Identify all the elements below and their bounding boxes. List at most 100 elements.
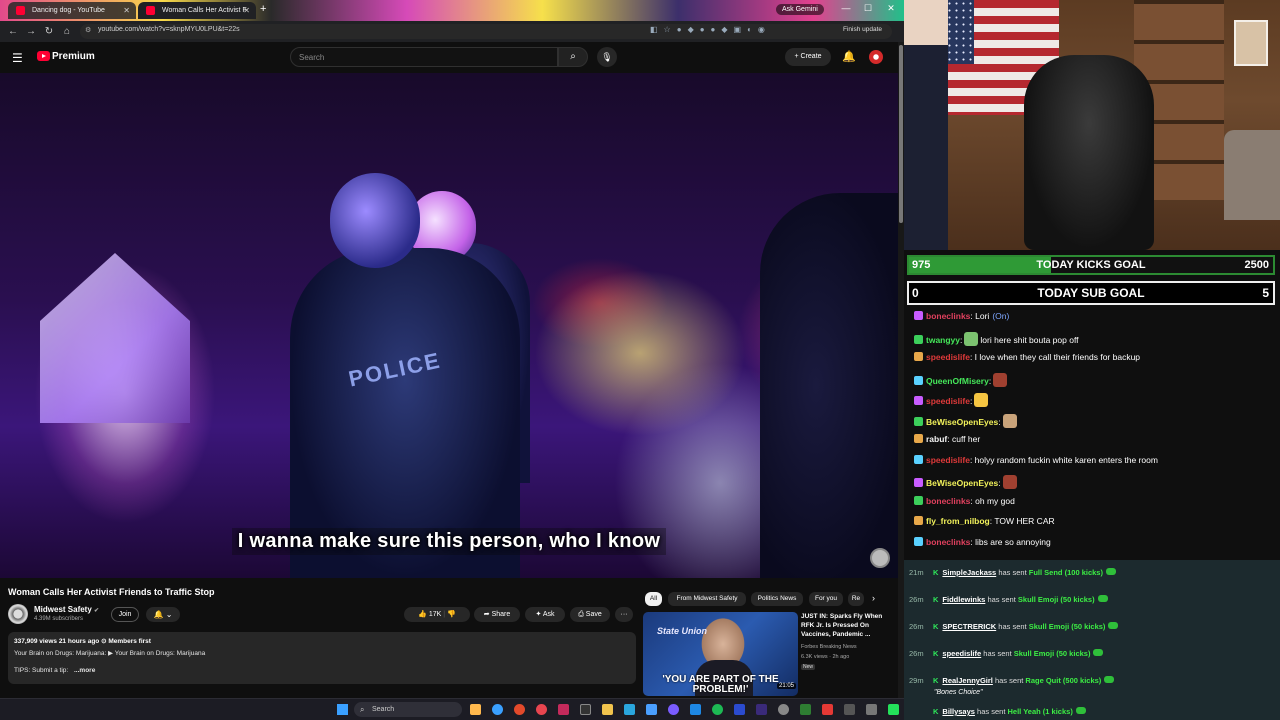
ask-button[interactable]: ✦ Ask: [525, 607, 565, 622]
forward-icon[interactable]: →: [24, 25, 38, 38]
recommendation-channel[interactable]: Forbes Breaking News: [801, 644, 857, 650]
app5-icon[interactable]: [866, 704, 877, 715]
app2-icon[interactable]: [800, 704, 811, 715]
join-button[interactable]: Join: [111, 607, 139, 622]
channel-avatar[interactable]: [8, 604, 28, 624]
channel-name[interactable]: Midwest Safety ✔: [34, 605, 99, 614]
reload-icon[interactable]: ↻: [42, 25, 56, 38]
kick-icon[interactable]: [888, 704, 899, 715]
chat-username[interactable]: boneclinks: [926, 496, 970, 506]
account-avatar[interactable]: [869, 50, 883, 64]
chip-all[interactable]: All: [645, 592, 662, 606]
url-text[interactable]: youtube.com/watch?v=sknpMYU0LPU&t=22s: [98, 26, 240, 33]
like-count[interactable]: 17K: [429, 611, 441, 618]
discord-icon[interactable]: [668, 704, 679, 715]
back-icon[interactable]: ←: [6, 25, 20, 38]
close-tab-icon[interactable]: ✕: [243, 2, 250, 19]
gift-username[interactable]: Fiddlewinks: [942, 595, 985, 604]
gift-username[interactable]: SimpleJackass: [942, 568, 996, 577]
app-icon[interactable]: [536, 704, 547, 715]
voice-search-button[interactable]: 🎙: [597, 47, 617, 67]
scrollbar-thumb[interactable]: [899, 45, 903, 223]
more-link[interactable]: ...more: [74, 667, 95, 674]
description-line: Your Brain on Drugs: Marijuana: ▶ Your B…: [14, 650, 206, 657]
youtube-premium-logo[interactable]: Premium: [52, 51, 95, 62]
extension-icons[interactable]: ◧☆●◆●●◆▣◐◉: [650, 25, 771, 34]
create-button[interactable]: + Create: [785, 48, 831, 66]
app4-icon[interactable]: [844, 704, 855, 715]
windows-start-icon[interactable]: [337, 704, 348, 715]
chat-username[interactable]: QueenOfMisery: [926, 376, 989, 386]
recommendation-title[interactable]: JUST IN: Sparks Fly When RFK Jr. Is Pres…: [801, 612, 893, 639]
chip-from-channel[interactable]: From Midwest Safety: [668, 592, 746, 606]
notifications-bell-icon[interactable]: 🔔: [842, 50, 856, 63]
minimize-icon[interactable]: —: [836, 3, 856, 13]
chevron-right-icon[interactable]: ›: [872, 593, 875, 603]
youtube-logo-icon[interactable]: [37, 51, 50, 61]
video-player[interactable]: POLICE I wanna make sure this person, wh…: [0, 73, 898, 578]
channel-name-text[interactable]: Midwest Safety: [34, 605, 92, 614]
search-input[interactable]: Search: [290, 47, 558, 67]
app3-icon[interactable]: [822, 704, 833, 715]
obs-icon[interactable]: [778, 704, 789, 715]
spotify-icon[interactable]: [712, 704, 723, 715]
tab-dancing-dog[interactable]: Dancing dog - YouTube ✕: [8, 2, 136, 19]
channel-watermark-icon[interactable]: [870, 548, 890, 568]
new-tab-button[interactable]: +: [260, 3, 266, 15]
taskbar-search[interactable]: Search: [354, 702, 462, 717]
more-actions-button[interactable]: ···: [615, 607, 633, 622]
terminal-icon[interactable]: [580, 704, 591, 715]
chat-username[interactable]: BeWiseOpenEyes: [926, 478, 998, 488]
media-icon[interactable]: [558, 704, 569, 715]
browser-icon[interactable]: [646, 704, 657, 715]
description-box[interactable]: 337,909 views 21 hours ago ⊙ Members fir…: [8, 632, 636, 684]
finish-update-button[interactable]: Finish update: [843, 26, 882, 33]
chat-message: speedislife:: [914, 393, 990, 407]
chat-username[interactable]: boneclinks: [926, 537, 970, 547]
tab-strip: Dancing dog - YouTube ✕ Woman Calls Her …: [0, 0, 904, 21]
close-tab-icon[interactable]: ✕: [123, 2, 130, 19]
site-info-icon[interactable]: ⚙: [85, 26, 91, 34]
save-button[interactable]: ⎙ Save: [570, 607, 610, 622]
chat-username[interactable]: rabuf: [926, 434, 947, 444]
ask-gemini-button[interactable]: Ask Gemini: [776, 4, 824, 15]
address-bar[interactable]: ⚙ youtube.com/watch?v=sknpMYU0LPU&t=22s …: [80, 24, 892, 39]
thumbs-down-icon[interactable]: 👎: [447, 611, 456, 618]
edge-icon[interactable]: [492, 704, 503, 715]
chat-username[interactable]: fly_from_nilbog: [926, 516, 990, 526]
gift-username[interactable]: speedislife: [942, 649, 981, 658]
subscribed-bell-button[interactable]: 🔔 ⌄: [146, 607, 180, 622]
gift-username[interactable]: Billysays: [942, 707, 975, 716]
thumbs-up-icon[interactable]: 👍: [418, 611, 427, 618]
folder-icon[interactable]: [470, 704, 481, 715]
telegram-icon[interactable]: [624, 704, 635, 715]
premiere-icon[interactable]: [756, 704, 767, 715]
chip-related[interactable]: Re: [848, 592, 864, 606]
chat-username[interactable]: twangyy: [926, 335, 960, 345]
gift-verb: has sent: [994, 676, 1024, 685]
search-button[interactable]: ⌕: [558, 47, 588, 67]
chat-text: : Lori: [970, 311, 990, 321]
chat-username[interactable]: speedislife: [926, 352, 970, 362]
chat-username[interactable]: speedislife: [926, 396, 970, 406]
hamburger-menu-icon[interactable]: ☰: [12, 51, 23, 65]
gift-message: "Bones Choice": [934, 689, 983, 696]
gift-username[interactable]: RealJennyGirl: [942, 676, 992, 685]
chip-politics-news[interactable]: Politics News: [751, 592, 803, 606]
home-icon[interactable]: ⌂: [60, 25, 74, 38]
close-window-icon[interactable]: ✕: [881, 3, 901, 14]
chat-username[interactable]: boneclinks: [926, 311, 970, 321]
chip-for-you[interactable]: For you: [809, 592, 843, 606]
like-dislike-group[interactable]: 👍 17K | 👎: [404, 607, 470, 622]
maximize-icon[interactable]: ☐: [858, 3, 878, 14]
chat-username[interactable]: speedislife: [926, 455, 970, 465]
chat-username[interactable]: BeWiseOpenEyes: [926, 417, 998, 427]
recommendation-thumbnail[interactable]: State Union 'YOU ARE PART OF THE PROBLEM…: [643, 612, 798, 696]
tab-woman-calls[interactable]: Woman Calls Her Activist F ✕: [138, 2, 256, 19]
chrome-icon[interactable]: [514, 704, 525, 715]
share-button[interactable]: ➦ Share: [474, 607, 520, 622]
photoshop-icon[interactable]: [734, 704, 745, 715]
gift-username[interactable]: SPECTRERICK: [942, 622, 996, 631]
explorer-icon[interactable]: [602, 704, 613, 715]
vscode-icon[interactable]: [690, 704, 701, 715]
